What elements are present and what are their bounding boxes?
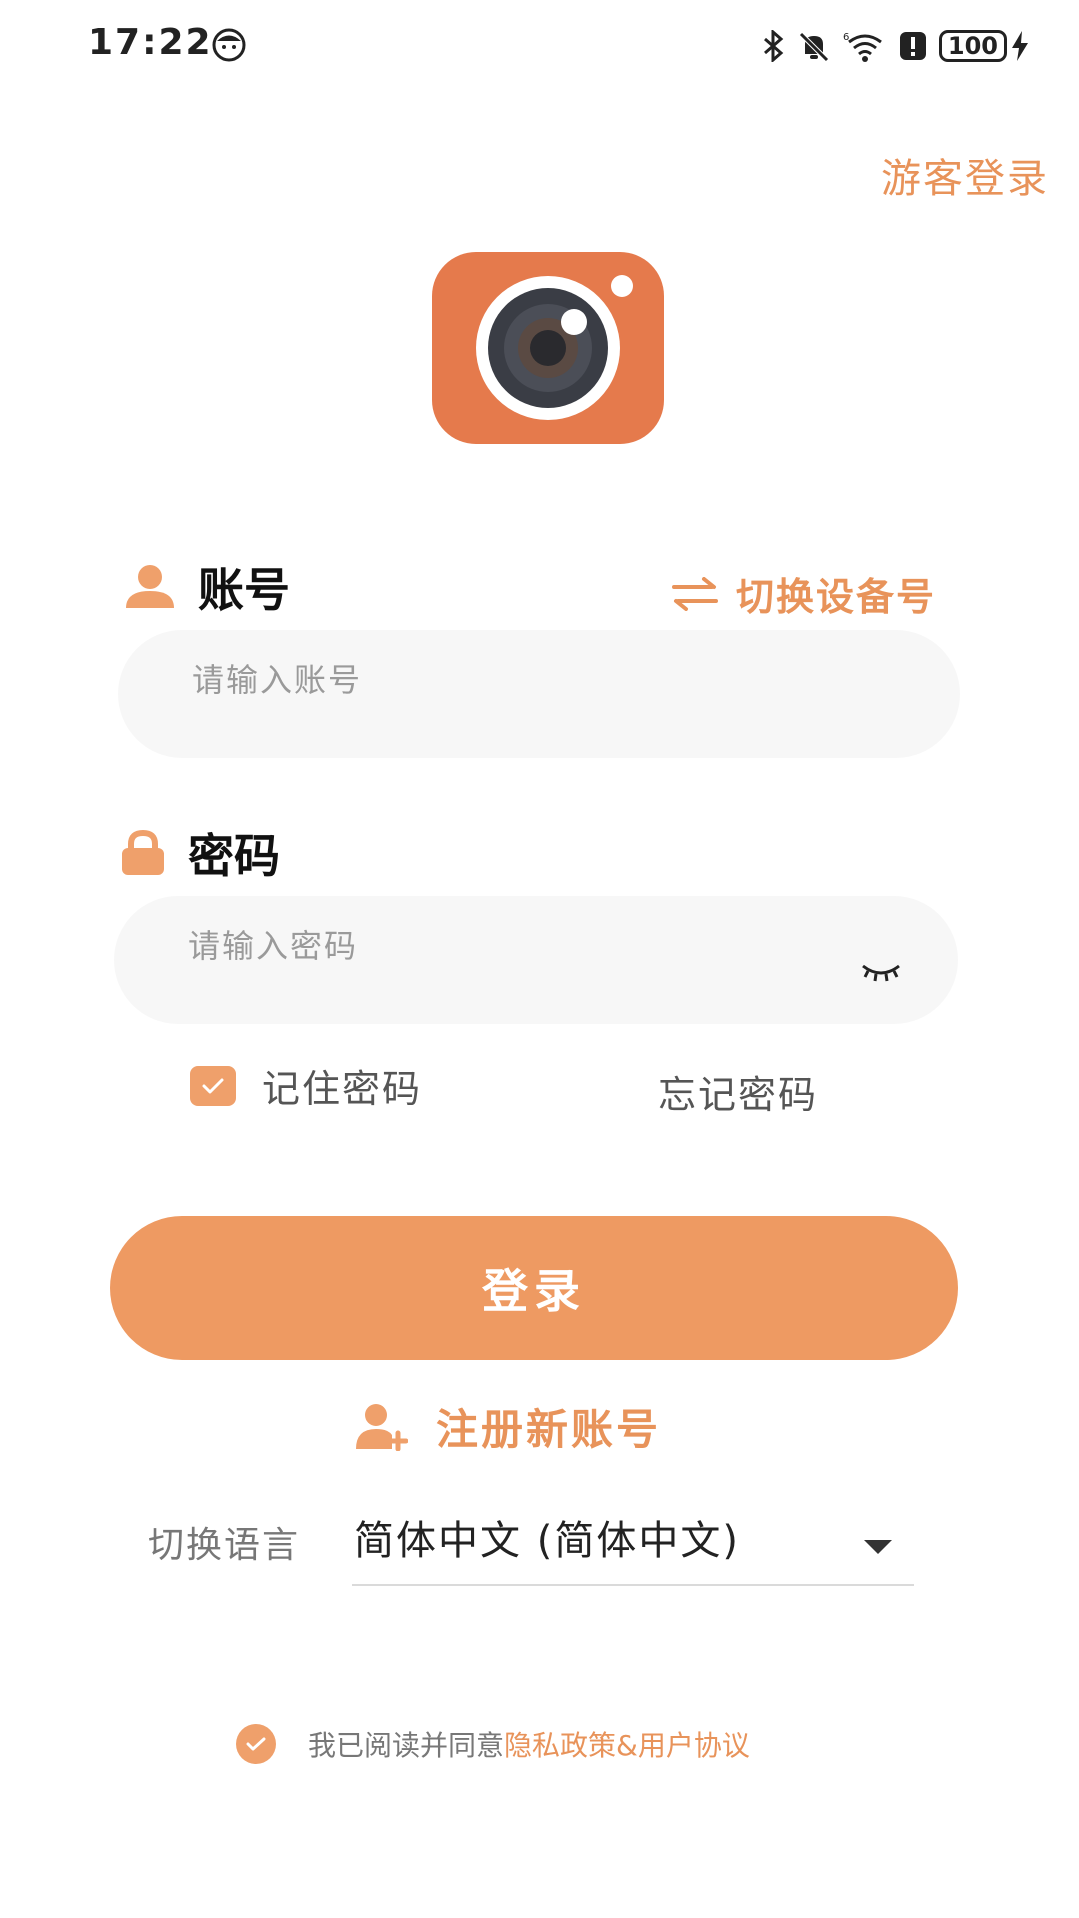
account-input[interactable]: [192, 630, 832, 730]
language-select[interactable]: 简体中文 (简体中文): [352, 1500, 914, 1586]
remember-label: 记住密码: [262, 1067, 423, 1111]
eye-closed-icon[interactable]: [860, 960, 902, 984]
account-label-text: 账号: [198, 563, 290, 617]
status-bar: 17:22 6 100: [0, 0, 1079, 90]
wifi-icon: 6: [843, 32, 882, 62]
bell-muted-icon: [799, 32, 829, 62]
status-time: 17:22: [88, 22, 213, 63]
camera-logo-icon: [432, 252, 664, 444]
remember-password-option[interactable]: 记住密码: [190, 1058, 422, 1113]
status-icons: 6 100: [761, 30, 1029, 62]
swap-icon: [672, 576, 718, 611]
battery-icon: 100: [938, 30, 1029, 62]
agreement-checkbox[interactable]: [236, 1724, 276, 1764]
svg-text:6: 6: [843, 32, 849, 43]
alert-icon: [899, 32, 926, 60]
language-selected-value: 简体中文 (简体中文): [354, 1518, 740, 1564]
register-link[interactable]: 注册新账号: [356, 1396, 661, 1457]
login-button[interactable]: 登录: [110, 1216, 958, 1360]
account-input-container: [118, 630, 960, 758]
charging-icon: [1012, 31, 1028, 61]
check-icon: [202, 1078, 224, 1093]
lock-icon: [122, 830, 164, 875]
battery-level: 100: [938, 30, 1007, 62]
password-label-text: 密码: [188, 829, 280, 883]
forgot-password-link[interactable]: 忘记密码: [658, 1064, 818, 1119]
account-label: 账号: [124, 554, 290, 620]
privacy-policy-link[interactable]: 隐私政策&用户协议: [504, 1729, 750, 1762]
user-icon: [126, 565, 174, 608]
check-icon: [246, 1737, 266, 1751]
remember-checkbox[interactable]: [190, 1065, 236, 1106]
bluetooth-icon: [763, 30, 784, 62]
password-input[interactable]: [188, 896, 828, 996]
face-icon: [212, 28, 246, 62]
add-user-icon: [356, 1403, 408, 1451]
switch-device-button[interactable]: 切换设备号: [672, 566, 936, 621]
register-label: 注册新账号: [436, 1405, 662, 1454]
language-label: 切换语言: [148, 1525, 301, 1566]
password-label: 密码: [120, 820, 280, 886]
switch-device-label: 切换设备号: [736, 575, 937, 619]
agreement-row: 我已阅读并同意隐私政策&用户协议: [236, 1724, 750, 1764]
password-input-container: [114, 896, 958, 1024]
dropdown-arrow-icon: [864, 1540, 892, 1554]
agreement-text: 我已阅读并同意: [308, 1729, 505, 1762]
guest-login-link[interactable]: 游客登录: [881, 146, 1049, 204]
agreement-text-group: 我已阅读并同意隐私政策&用户协议: [308, 1724, 750, 1764]
